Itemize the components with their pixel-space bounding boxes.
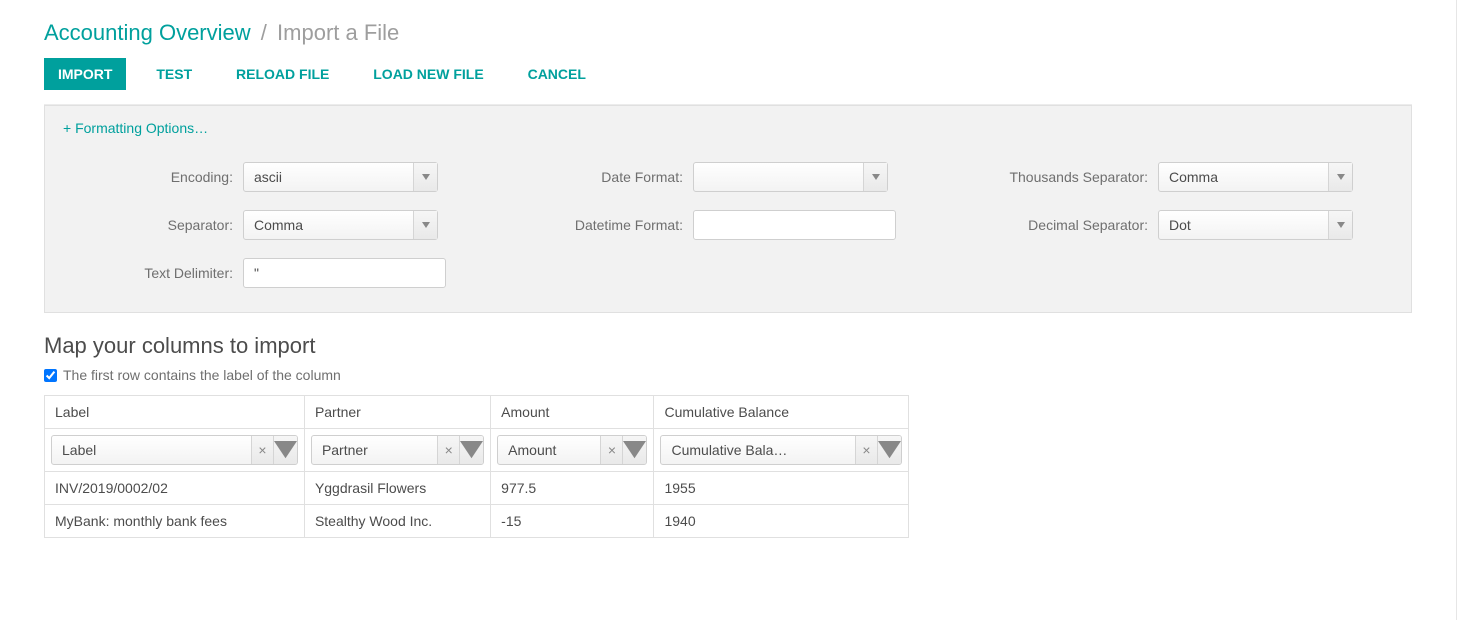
breadcrumb-separator: / — [261, 20, 267, 45]
chevron-down-icon — [863, 163, 887, 191]
encoding-value: ascii — [254, 169, 282, 185]
cell: Stealthy Wood Inc. — [304, 505, 490, 538]
separator-select[interactable]: Comma — [243, 210, 438, 240]
action-bar: IMPORT TEST RELOAD FILE LOAD NEW FILE CA… — [44, 58, 1412, 90]
col-header: Cumulative Balance — [654, 396, 909, 429]
map-select-value: Cumulative Bala… — [671, 442, 787, 458]
map-select-amount[interactable]: Amount × — [497, 435, 647, 465]
map-select-value: Amount — [508, 442, 556, 458]
date-format-label: Date Format: — [493, 169, 693, 185]
formatting-panel: + Formatting Options… Encoding: ascii Da… — [44, 105, 1412, 313]
first-row-checkbox[interactable] — [44, 369, 57, 382]
close-icon[interactable]: × — [855, 436, 877, 464]
chevron-down-icon — [1328, 163, 1352, 191]
cell: -15 — [491, 505, 654, 538]
load-new-file-button[interactable]: LOAD NEW FILE — [359, 58, 497, 90]
datetime-format-label: Datetime Format: — [493, 217, 693, 233]
decimal-sep-label: Decimal Separator: — [923, 217, 1158, 233]
chevron-down-icon — [413, 211, 437, 239]
chevron-down-icon — [1328, 211, 1352, 239]
col-header: Amount — [491, 396, 654, 429]
mapping-row: Label × Partner × Amount × — [45, 429, 909, 472]
map-select-cumulative[interactable]: Cumulative Bala… × — [660, 435, 902, 465]
decimal-sep-value: Dot — [1169, 217, 1191, 233]
chevron-down-icon — [273, 436, 297, 464]
reload-file-button[interactable]: RELOAD FILE — [222, 58, 343, 90]
test-button[interactable]: TEST — [142, 58, 206, 90]
breadcrumb-current: Import a File — [277, 20, 399, 45]
close-icon[interactable]: × — [600, 436, 622, 464]
map-select-partner[interactable]: Partner × — [311, 435, 484, 465]
import-button[interactable]: IMPORT — [44, 58, 126, 90]
thousands-sep-label: Thousands Separator: — [923, 169, 1158, 185]
map-columns-title: Map your columns to import — [44, 333, 1412, 359]
table-row: INV/2019/0002/02 Yggdrasil Flowers 977.5… — [45, 472, 909, 505]
text-delimiter-label: Text Delimiter: — [63, 265, 243, 281]
thousands-sep-select[interactable]: Comma — [1158, 162, 1353, 192]
text-delimiter-input[interactable] — [243, 258, 446, 288]
date-format-select[interactable] — [693, 162, 888, 192]
close-icon[interactable]: × — [251, 436, 273, 464]
chevron-down-icon — [877, 436, 901, 464]
chevron-down-icon — [622, 436, 646, 464]
cell: 977.5 — [491, 472, 654, 505]
chevron-down-icon — [413, 163, 437, 191]
formatting-options-toggle[interactable]: + Formatting Options… — [63, 120, 208, 136]
cell: 1940 — [654, 505, 909, 538]
cancel-button[interactable]: CANCEL — [514, 58, 600, 90]
datetime-format-input[interactable] — [693, 210, 896, 240]
table-row: MyBank: monthly bank fees Stealthy Wood … — [45, 505, 909, 538]
encoding-select[interactable]: ascii — [243, 162, 438, 192]
map-select-value: Partner — [322, 442, 368, 458]
first-row-label: The first row contains the label of the … — [63, 367, 341, 383]
map-select-label[interactable]: Label × — [51, 435, 298, 465]
cell: Yggdrasil Flowers — [304, 472, 490, 505]
encoding-label: Encoding: — [63, 169, 243, 185]
breadcrumb-parent[interactable]: Accounting Overview — [44, 20, 251, 45]
header-row: Label Partner Amount Cumulative Balance — [45, 396, 909, 429]
cell: 1955 — [654, 472, 909, 505]
cell: MyBank: monthly bank fees — [45, 505, 305, 538]
chevron-down-icon — [459, 436, 483, 464]
breadcrumb: Accounting Overview / Import a File — [44, 20, 1412, 46]
separator-label: Separator: — [63, 217, 243, 233]
cell: INV/2019/0002/02 — [45, 472, 305, 505]
separator-value: Comma — [254, 217, 303, 233]
decimal-sep-select[interactable]: Dot — [1158, 210, 1353, 240]
col-header: Label — [45, 396, 305, 429]
preview-table: Label Partner Amount Cumulative Balance … — [44, 395, 909, 538]
close-icon[interactable]: × — [437, 436, 459, 464]
map-select-value: Label — [62, 442, 96, 458]
thousands-sep-value: Comma — [1169, 169, 1218, 185]
col-header: Partner — [304, 396, 490, 429]
